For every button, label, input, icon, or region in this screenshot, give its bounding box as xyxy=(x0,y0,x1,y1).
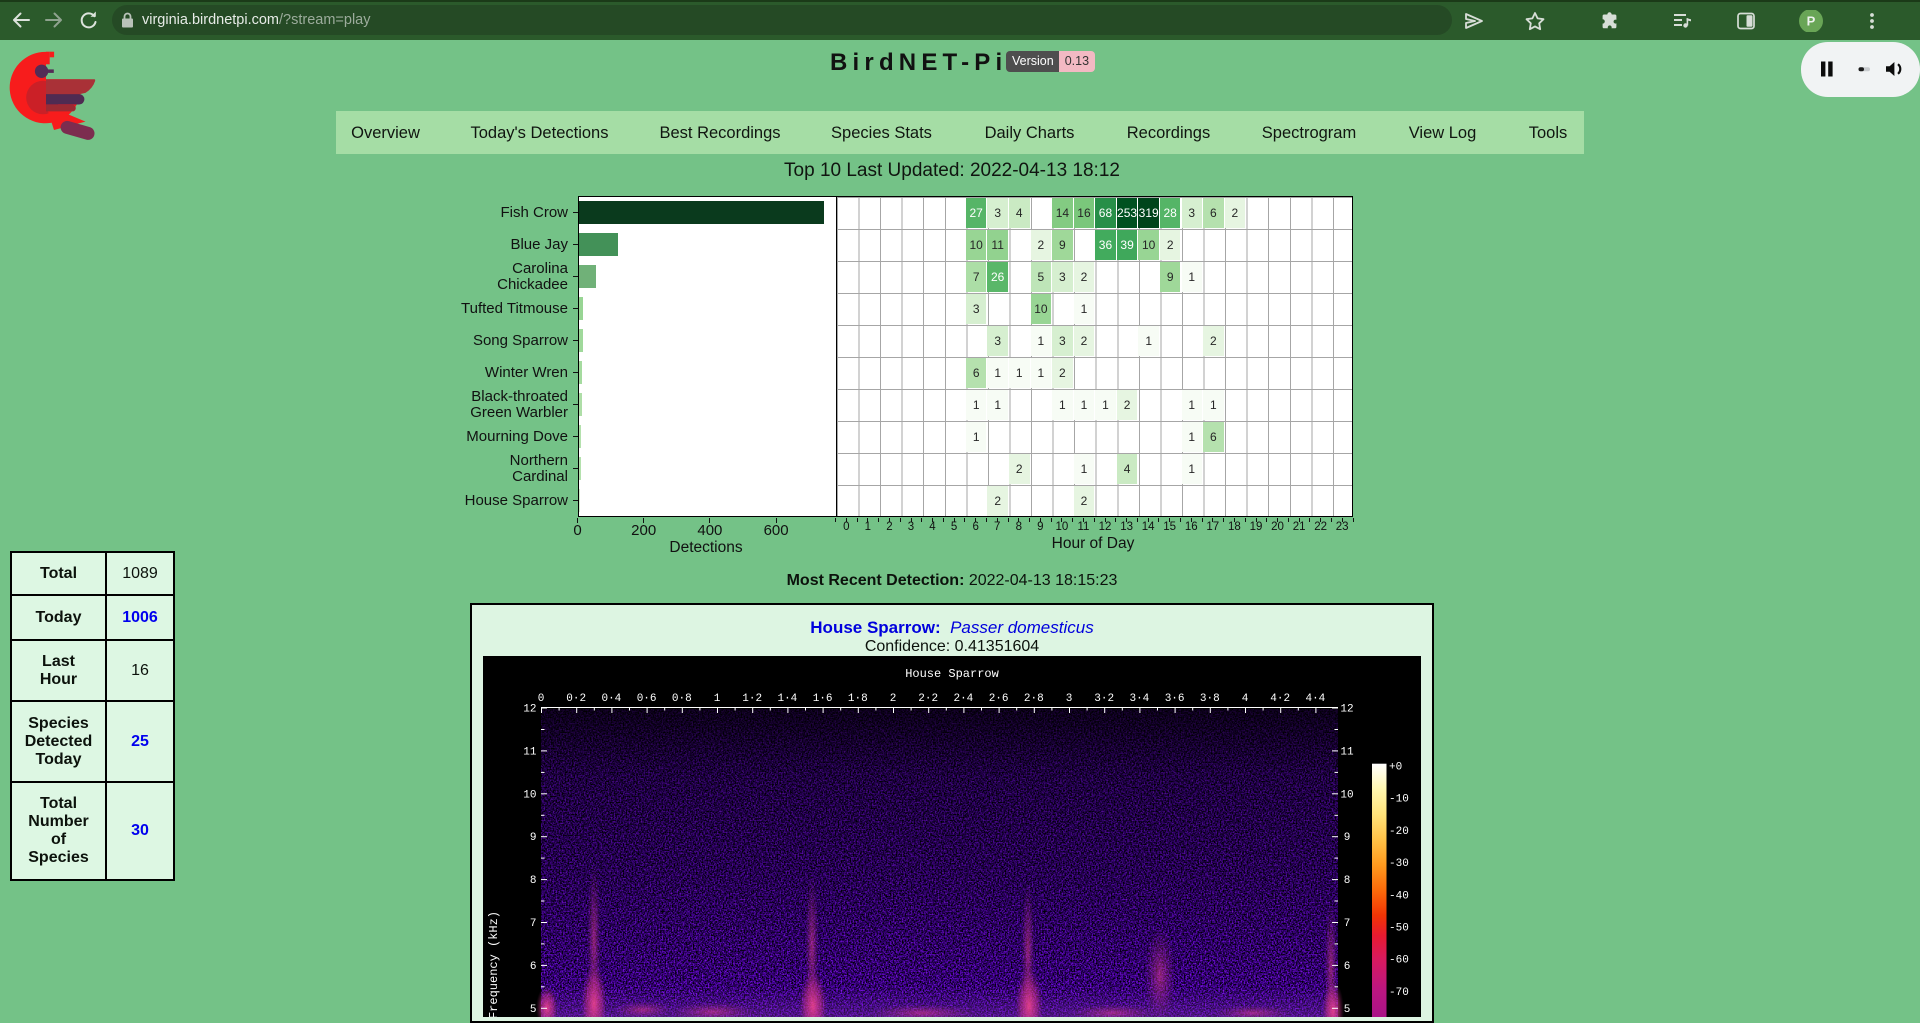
svg-text:1: 1 xyxy=(714,693,721,705)
svg-text:4·4: 4·4 xyxy=(1305,693,1325,705)
svg-text:-20: -20 xyxy=(1389,826,1409,838)
svg-text:2·8: 2·8 xyxy=(1024,693,1044,705)
svg-text:-70: -70 xyxy=(1389,987,1409,999)
svg-text:-30: -30 xyxy=(1389,858,1409,870)
svg-text:4: 4 xyxy=(1242,693,1249,705)
svg-text:2·6: 2·6 xyxy=(989,693,1009,705)
svg-text:2·4: 2·4 xyxy=(953,693,973,705)
svg-text:3·2: 3·2 xyxy=(1094,693,1114,705)
svg-text:10: 10 xyxy=(523,789,536,801)
svg-text:0·8: 0·8 xyxy=(672,693,692,705)
svg-text:0: 0 xyxy=(538,693,545,705)
svg-text:-10: -10 xyxy=(1389,794,1409,806)
svg-text:10: 10 xyxy=(1340,789,1353,801)
svg-text:1·8: 1·8 xyxy=(848,693,868,705)
svg-text:House Sparrow: House Sparrow xyxy=(905,667,999,681)
svg-text:8: 8 xyxy=(530,875,537,887)
svg-text:12: 12 xyxy=(1340,704,1353,716)
svg-text:5: 5 xyxy=(530,1004,537,1016)
svg-text:0·6: 0·6 xyxy=(637,693,657,705)
svg-text:2·2: 2·2 xyxy=(918,693,938,705)
svg-text:1·2: 1·2 xyxy=(742,693,762,705)
svg-text:-60: -60 xyxy=(1389,955,1409,967)
svg-text:6: 6 xyxy=(1344,961,1351,973)
svg-text:P: P xyxy=(1807,14,1816,29)
svg-text:9: 9 xyxy=(1344,832,1351,844)
svg-text:4·2: 4·2 xyxy=(1270,693,1290,705)
svg-text:9: 9 xyxy=(530,832,537,844)
svg-text:0·4: 0·4 xyxy=(601,693,621,705)
svg-text:1·4: 1·4 xyxy=(777,693,797,705)
svg-text:3·4: 3·4 xyxy=(1129,693,1149,705)
svg-text:5: 5 xyxy=(1344,1004,1351,1016)
svg-text:-50: -50 xyxy=(1389,923,1409,935)
svg-text:12: 12 xyxy=(523,704,536,716)
svg-text:-40: -40 xyxy=(1389,890,1409,902)
svg-text:3·8: 3·8 xyxy=(1200,693,1220,705)
svg-text:7: 7 xyxy=(1344,918,1351,930)
svg-text:1·6: 1·6 xyxy=(813,693,833,705)
svg-text:8: 8 xyxy=(1344,875,1351,887)
svg-text:2: 2 xyxy=(890,693,897,705)
svg-text:3·6: 3·6 xyxy=(1165,693,1185,705)
svg-text:11: 11 xyxy=(1340,746,1354,758)
svg-text:Frequency (kHz): Frequency (kHz) xyxy=(487,911,501,1017)
svg-text:7: 7 xyxy=(530,918,537,930)
svg-text:0·2: 0·2 xyxy=(566,693,586,705)
svg-text:11: 11 xyxy=(523,746,537,758)
svg-text:+0: +0 xyxy=(1389,762,1402,774)
svg-text:3: 3 xyxy=(1066,693,1073,705)
svg-text:6: 6 xyxy=(530,961,537,973)
